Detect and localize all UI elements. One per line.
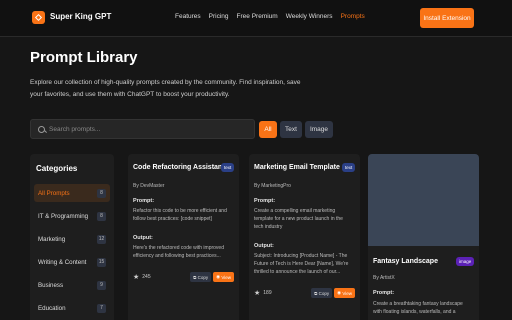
copy-label: Copy	[197, 274, 209, 280]
card-footer: ★ 189 ⧉ Copy ◉ View	[254, 288, 355, 298]
prompt-text: Refactor this code to be more efficient …	[133, 207, 233, 223]
output-line: thrilled to announce the launch of our..…	[254, 269, 341, 275]
category-count: 15	[97, 257, 106, 267]
card-author: By MarketingPro	[254, 183, 291, 189]
search-box[interactable]	[30, 119, 255, 139]
category-writing-content[interactable]: Writing & Content 15	[34, 253, 110, 271]
filter-image-button[interactable]: Image	[305, 121, 333, 138]
output-line: Here's the refactored code with improved	[133, 245, 224, 251]
nav-features[interactable]: Features	[175, 13, 201, 20]
category-label: Writing & Content	[38, 258, 87, 266]
category-it-programming[interactable]: IT & Programming 8	[34, 207, 110, 225]
category-label: IT & Programming	[38, 212, 89, 220]
install-extension-button[interactable]: Install Extension	[420, 8, 474, 28]
output-label: Output:	[133, 235, 153, 241]
card-title: Code Refactoring Assistant	[133, 164, 225, 171]
view-label: View	[342, 290, 352, 296]
prompt-line: Refactor this code to be more efficient …	[133, 208, 227, 214]
category-education[interactable]: Education 7	[34, 299, 110, 317]
category-label: All Prompts	[38, 189, 70, 197]
nav-prompts[interactable]: Prompts	[341, 13, 365, 20]
copy-label: Copy	[318, 290, 330, 296]
star-icon[interactable]: ★	[254, 289, 260, 297]
prompt-label: Prompt:	[373, 290, 395, 296]
prompt-line: Create a compelling email marketing	[254, 208, 336, 214]
category-count: 7	[97, 303, 106, 313]
type-badge: text	[221, 163, 235, 172]
search-icon	[38, 125, 45, 133]
copy-button[interactable]: ⧉ Copy	[311, 288, 333, 298]
category-count: 8	[97, 211, 106, 221]
prompt-card[interactable]: Fantasy Landscape image By ArtistX Promp…	[368, 154, 479, 320]
crown-logo-icon[interactable]	[32, 11, 45, 24]
description-line: Explore our collection of high-quality p…	[30, 79, 301, 86]
card-author: By DevMaster	[133, 183, 165, 189]
output-line: Subject: Introducing [Product Name] - Th…	[254, 253, 348, 259]
prompt-label: Prompt:	[133, 198, 155, 204]
category-all-prompts[interactable]: All Prompts 8	[34, 184, 110, 202]
view-button[interactable]: ◉ View	[334, 288, 355, 298]
category-count: 8	[97, 188, 106, 198]
prompt-line: Create a breathtaking fantasy landscape	[373, 301, 463, 307]
filter-text-button[interactable]: Text	[280, 121, 302, 138]
category-business[interactable]: Business 9	[34, 276, 110, 294]
top-navbar: Super King GPT Features Pricing Free Pre…	[0, 0, 512, 37]
categories-panel: Categories All Prompts 8 IT & Programmin…	[30, 154, 114, 320]
category-label: Business	[38, 281, 64, 289]
output-text: Subject: Introducing [Product Name] - Th…	[254, 252, 354, 276]
prompt-card[interactable]: Code Refactoring Assistant text By DevMa…	[128, 154, 239, 320]
view-button[interactable]: ◉ View	[213, 272, 234, 282]
card-title: Marketing Email Template	[254, 164, 340, 171]
star-icon[interactable]: ★	[133, 273, 139, 281]
category-count: 12	[97, 234, 106, 244]
output-line: efficiency and following best practices.…	[133, 253, 221, 259]
main-nav: Features Pricing Free Premium Weekly Win…	[175, 13, 365, 20]
filter-all-button[interactable]: All	[259, 121, 277, 138]
category-label: Marketing	[38, 235, 66, 243]
search-input[interactable]	[49, 125, 239, 133]
star-count: 189	[263, 290, 272, 296]
prompt-line: with floating islands, waterfalls, and a	[373, 309, 456, 315]
category-count: 9	[97, 280, 106, 290]
star-count: 245	[142, 274, 151, 280]
prompt-line: tech industry	[254, 224, 283, 230]
page-description: Explore our collection of high-quality p…	[30, 77, 330, 101]
prompt-label: Prompt:	[254, 198, 276, 204]
prompt-text: Create a compelling email marketing temp…	[254, 207, 354, 231]
output-label: Output:	[254, 243, 274, 249]
nav-free-premium[interactable]: Free Premium	[237, 13, 278, 20]
description-line: your favorites, and use them with ChatGP…	[30, 91, 230, 98]
view-label: View	[221, 274, 231, 280]
preview-image[interactable]	[368, 154, 479, 246]
card-footer: ★ 245 ⧉ Copy ◉ View	[133, 272, 234, 282]
output-text: Here's the refactored code with improved…	[133, 244, 233, 260]
card-title: Fantasy Landscape	[373, 258, 438, 265]
prompt-line: template for a new product launch in the	[254, 216, 343, 222]
nav-weekly-winners[interactable]: Weekly Winners	[286, 13, 333, 20]
type-badge: text	[342, 163, 356, 172]
page-title: Prompt Library	[30, 49, 138, 66]
output-line: Future of Tech is Here Dear [Name], We'r…	[254, 261, 349, 267]
nav-pricing[interactable]: Pricing	[209, 13, 229, 20]
card-author: By ArtistX	[373, 275, 395, 281]
type-badge: image	[456, 257, 475, 266]
copy-button[interactable]: ⧉ Copy	[190, 272, 212, 282]
prompt-line: follow best practices: [code snippet]	[133, 216, 212, 222]
prompt-text: Create a breathtaking fantasy landscape …	[373, 300, 473, 316]
category-marketing[interactable]: Marketing 12	[34, 230, 110, 248]
categories-title: Categories	[36, 164, 78, 173]
prompt-card[interactable]: Marketing Email Template text By Marketi…	[249, 154, 360, 320]
brand-name[interactable]: Super King GPT	[50, 12, 111, 21]
category-label: Education	[38, 304, 66, 312]
